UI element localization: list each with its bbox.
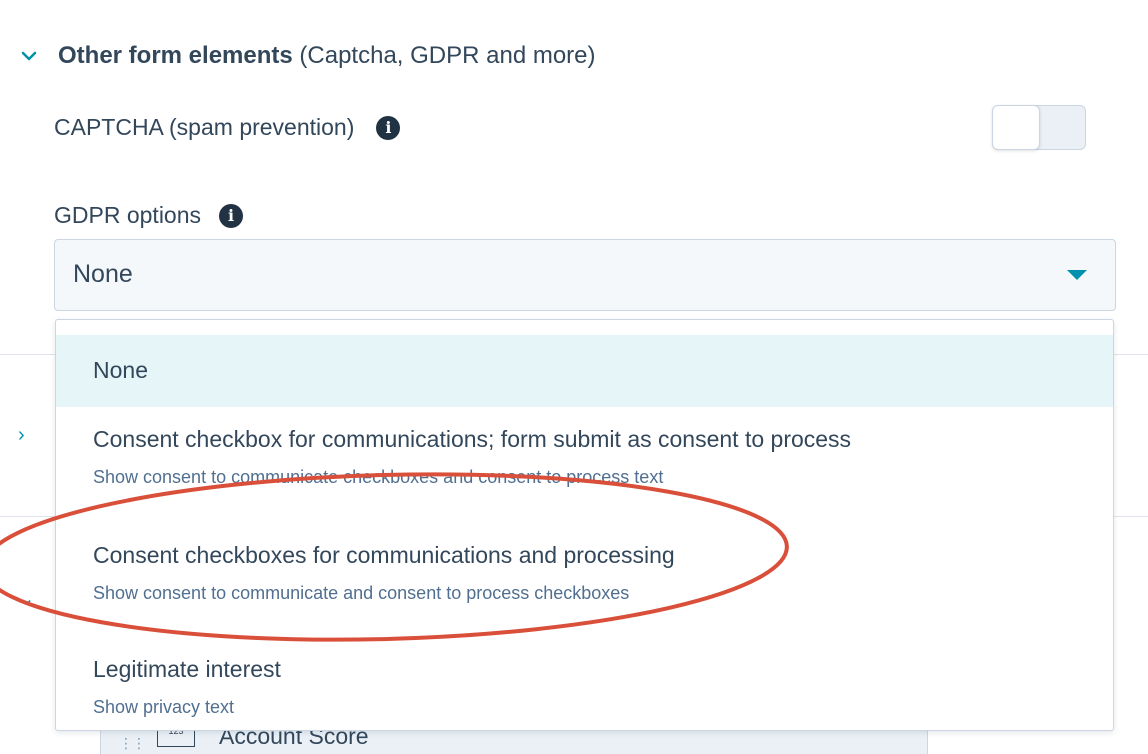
section-header-other-form-elements[interactable]: Other form elements (Captcha, GDPR and m…	[18, 42, 596, 70]
chevron-right-icon[interactable]: ›	[18, 424, 25, 447]
gdpr-options-row: GDPR options i	[54, 202, 244, 229]
dropdown-option-consent-checkboxes[interactable]: Consent checkboxes for communications an…	[56, 542, 1113, 638]
gdpr-options-dropdown: None Consent checkbox for communications…	[55, 319, 1114, 731]
drag-handle-icon[interactable]: ⋮⋮	[119, 735, 146, 752]
option-title: None	[93, 357, 148, 383]
section-title: Other form elements	[58, 42, 293, 69]
option-subtitle: Show consent to communicate checkboxes a…	[93, 467, 664, 487]
toggle-knob	[992, 105, 1040, 150]
option-title: Consent checkbox for communications; for…	[93, 426, 852, 452]
form-options-panel: Other form elements (Captcha, GDPR and m…	[0, 0, 1148, 754]
option-title: Legitimate interest	[93, 656, 281, 682]
option-title: Consent checkboxes for communications an…	[93, 542, 675, 568]
chevron-down-icon[interactable]	[18, 45, 40, 67]
caret-down-icon	[1067, 270, 1087, 280]
dropdown-option-legitimate-interest[interactable]: Legitimate interest Show privacy text	[56, 656, 1113, 730]
info-icon[interactable]: i	[376, 115, 401, 140]
dropdown-option-consent-checkbox-submit[interactable]: Consent checkbox for communications; for…	[56, 426, 1113, 522]
option-subtitle: Show consent to communicate and consent …	[93, 583, 630, 603]
gdpr-options-label: GDPR options	[54, 202, 202, 228]
captcha-row: CAPTCHA (spam prevention) i	[54, 114, 401, 141]
captcha-toggle[interactable]	[992, 105, 1086, 150]
info-icon[interactable]: i	[219, 203, 244, 228]
section-subtitle: (Captcha, GDPR and more)	[292, 42, 596, 69]
chevron-down-icon[interactable]: ⌄	[18, 586, 35, 611]
captcha-label: CAPTCHA (spam prevention)	[54, 114, 355, 140]
gdpr-selected-value: None	[73, 260, 133, 288]
dropdown-option-none[interactable]: None	[56, 335, 1113, 407]
gdpr-options-select[interactable]: None	[54, 239, 1116, 311]
option-subtitle: Show privacy text	[93, 697, 235, 717]
